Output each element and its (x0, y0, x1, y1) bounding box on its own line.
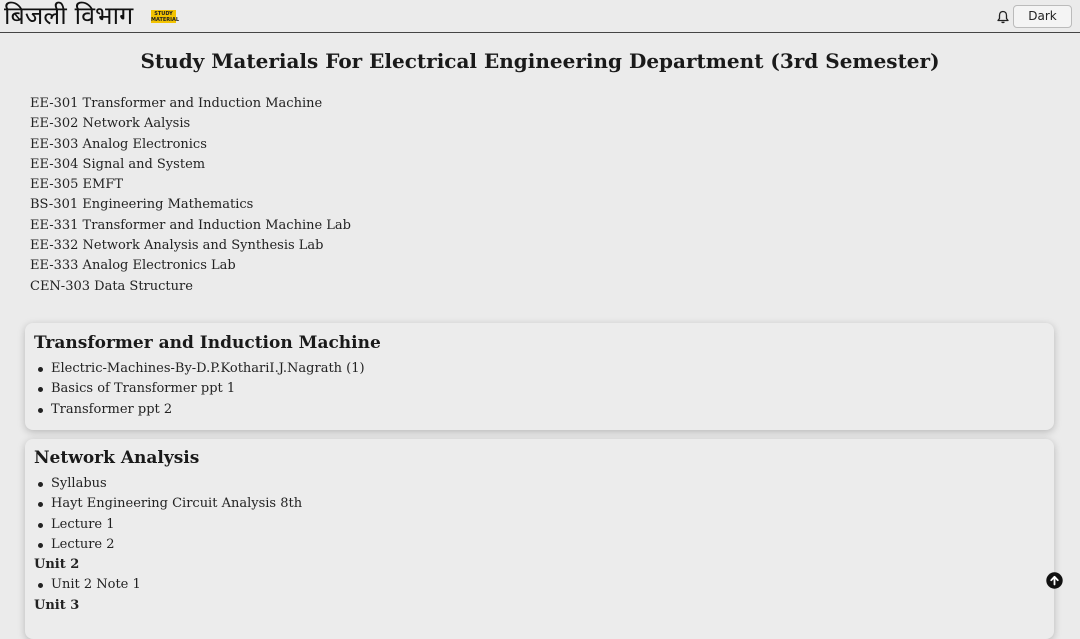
material-link[interactable]: Electric-Machines-By-D.P.KothariI.J.Nagr… (34, 359, 365, 379)
subject-link-ee301[interactable]: EE-301 Transformer and Induction Machine (30, 94, 351, 114)
subject-list: EE-301 Transformer and Induction Machine… (30, 94, 351, 297)
subject-link-bs301[interactable]: BS-301 Engineering Mathematics (30, 195, 351, 215)
material-link[interactable]: Hayt Engineering Circuit Analysis 8th (34, 494, 302, 514)
material-link[interactable]: Lecture 1 (34, 515, 302, 535)
section-card-network-analysis: Network Analysis Syllabus Hayt Engineeri… (25, 439, 1054, 639)
material-link[interactable]: Transformer ppt 2 (34, 400, 365, 420)
subject-link-ee302[interactable]: EE-302 Network Aalysis (30, 114, 351, 134)
subject-link-ee333[interactable]: EE-333 Analog Electronics Lab (30, 256, 351, 276)
top-navbar: बिजली विभाग STUDY MATERIAL Dark (0, 0, 1080, 33)
subject-link-ee304[interactable]: EE-304 Signal and System (30, 155, 351, 175)
dark-mode-button[interactable]: Dark (1013, 5, 1072, 28)
arrow-up-circle-icon[interactable] (1046, 572, 1063, 589)
subject-link-ee332[interactable]: EE-332 Network Analysis and Synthesis La… (30, 236, 351, 256)
bell-icon[interactable] (996, 10, 1010, 24)
section-title: Network Analysis (34, 448, 200, 468)
subject-link-cen303[interactable]: CEN-303 Data Structure (30, 277, 351, 297)
material-link[interactable]: Lecture 2 (34, 535, 302, 555)
material-list: Electric-Machines-By-D.P.KothariI.J.Nagr… (34, 359, 365, 420)
material-link[interactable]: Basics of Transformer ppt 1 (34, 379, 365, 399)
unit-heading: Unit 2 (34, 557, 80, 573)
unit-heading: Unit 3 (34, 597, 80, 613)
subject-link-ee331[interactable]: EE-331 Transformer and Induction Machine… (30, 216, 351, 236)
section-title: Transformer and Induction Machine (34, 333, 381, 353)
section-card-transformer: Transformer and Induction Machine Electr… (25, 323, 1054, 430)
subject-link-ee303[interactable]: EE-303 Analog Electronics (30, 135, 351, 155)
site-logo[interactable]: बिजली विभाग (4, 0, 133, 32)
subject-link-ee305[interactable]: EE-305 EMFT (30, 175, 351, 195)
page-title: Study Materials For Electrical Engineeri… (140, 49, 940, 73)
material-link[interactable]: Syllabus (34, 474, 302, 494)
material-link[interactable]: Unit 2 Note 1 (34, 575, 302, 595)
material-list: Syllabus Hayt Engineering Circuit Analys… (34, 474, 302, 616)
study-material-badge: STUDY MATERIAL (151, 10, 180, 23)
